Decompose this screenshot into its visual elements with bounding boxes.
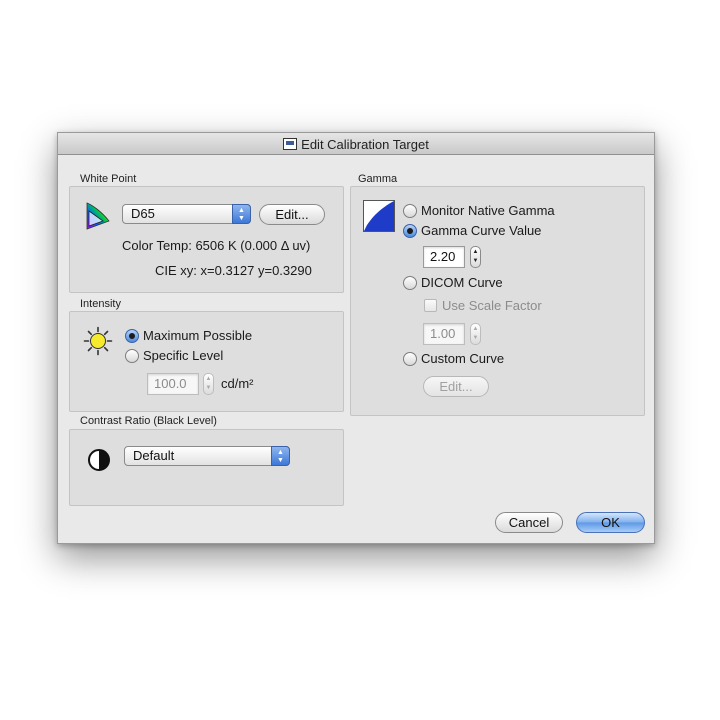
cie-xy-text: CIE xy: x=0.3127 y=0.3290: [155, 263, 312, 278]
cie-gamut-icon: [86, 202, 110, 230]
white-point-popup[interactable]: D65 ▲ ▼: [122, 204, 251, 224]
gamma-label: Gamma: [358, 173, 398, 185]
white-point-popup-value: D65: [131, 206, 155, 221]
cancel-button[interactable]: Cancel: [495, 512, 563, 533]
use-scale-factor-checkbox[interactable]: [424, 299, 437, 312]
app-icon: [283, 138, 298, 150]
intensity-group: Maximum Possible Specific Level 100.0 ▲ ▼…: [69, 311, 344, 412]
custom-curve-radio[interactable]: [403, 352, 417, 366]
specific-level-stepper[interactable]: ▲ ▼: [203, 373, 214, 395]
gamma-curve-value-radio[interactable]: [403, 224, 417, 238]
contrast-icon: [88, 449, 110, 471]
intensity-unit: cd/m²: [221, 376, 254, 391]
intensity-label: Intensity: [80, 298, 121, 310]
title-bar[interactable]: Edit Calibration Target: [58, 133, 654, 155]
gamma-value-stepper[interactable]: ▲ ▼: [470, 246, 481, 268]
scale-value-stepper[interactable]: ▲ ▼: [470, 323, 481, 345]
specific-level-label[interactable]: Specific Level: [143, 348, 223, 363]
gamma-group: Monitor Native Gamma Gamma Curve Value 2…: [350, 186, 645, 416]
maximum-possible-label[interactable]: Maximum Possible: [143, 328, 252, 343]
dicom-curve-label[interactable]: DICOM Curve: [421, 275, 503, 290]
contrast-ratio-label: Contrast Ratio (Black Level): [80, 415, 217, 427]
monitor-native-gamma-radio[interactable]: [403, 204, 417, 218]
dicom-curve-radio[interactable]: [403, 276, 417, 290]
white-point-edit-button[interactable]: Edit...: [259, 204, 325, 225]
white-point-label: White Point: [80, 173, 137, 185]
popup-arrows-icon: ▲ ▼: [232, 204, 251, 224]
scale-value-input[interactable]: 1.00: [423, 323, 465, 345]
custom-curve-edit-button[interactable]: Edit...: [423, 376, 489, 397]
contrast-ratio-popup[interactable]: Default ▲ ▼: [124, 446, 290, 466]
maximum-possible-radio[interactable]: [125, 329, 139, 343]
ok-button[interactable]: OK: [576, 512, 645, 533]
popup-arrows-icon: ▲ ▼: [271, 446, 290, 466]
custom-curve-label[interactable]: Custom Curve: [421, 351, 504, 366]
white-point-group: D65 ▲ ▼ Edit... Color Temp: 6506 K (0.000…: [69, 186, 344, 293]
contrast-ratio-group: Default ▲ ▼: [69, 429, 344, 506]
contrast-ratio-popup-value: Default: [133, 448, 175, 463]
edit-calibration-target-dialog: Edit Calibration Target White Point D65 …: [57, 132, 655, 544]
use-scale-factor-label[interactable]: Use Scale Factor: [442, 298, 542, 313]
color-temp-text: Color Temp: 6506 K (0.000 Δ uv): [122, 238, 311, 253]
specific-level-input[interactable]: 100.0: [147, 373, 199, 395]
monitor-native-gamma-label[interactable]: Monitor Native Gamma: [421, 203, 555, 218]
sun-icon: [83, 326, 113, 356]
gamma-curve-value-label[interactable]: Gamma Curve Value: [421, 223, 541, 238]
gamma-value-input[interactable]: 2.20: [423, 246, 465, 268]
specific-level-radio[interactable]: [125, 349, 139, 363]
window-title: Edit Calibration Target: [301, 136, 429, 152]
gamma-curve-icon: [363, 200, 395, 232]
